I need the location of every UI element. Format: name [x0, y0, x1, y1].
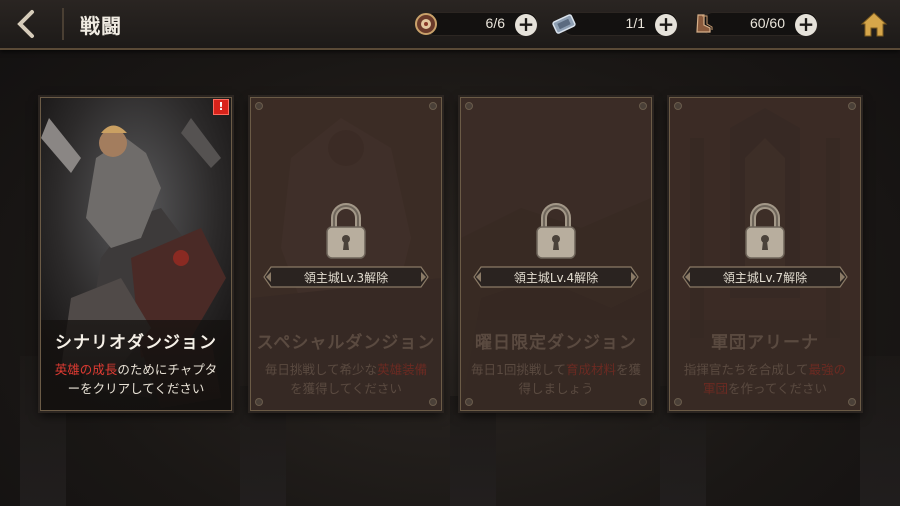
desc-text-pre: 指揮官たちを合成して — [683, 362, 809, 377]
add-medal-button[interactable]: + — [515, 14, 537, 36]
rivet — [848, 398, 856, 406]
unlock-requirement-text: 領主城Lv.4解除 — [513, 271, 599, 285]
rivet — [848, 102, 856, 110]
rivet — [255, 398, 263, 406]
resource-ticket-value: 1/1 — [625, 15, 645, 31]
desc-text-pre: 毎日1回挑戦して — [470, 362, 567, 377]
divider — [62, 8, 64, 40]
alert-badge: ! — [213, 99, 229, 115]
resource-medal-value: 6/6 — [485, 15, 505, 31]
card-description: 英雄の成長のためにチャプターをクリアしてください — [49, 360, 223, 398]
card-title: 曜日限定ダンジョン — [475, 333, 637, 353]
rivet — [465, 102, 473, 110]
lock-icon — [326, 203, 366, 259]
desc-text-pre: 毎日挑戦して希少な — [264, 362, 378, 377]
card-title: スペシャルダンジョン — [256, 333, 436, 353]
boots-icon — [696, 14, 713, 33]
page-title: 戦闘 — [80, 14, 122, 38]
back-button[interactable] — [0, 0, 52, 48]
lock-icon — [536, 203, 576, 259]
add-stamina-button[interactable]: + — [795, 14, 817, 36]
desc-text: を作ってください — [728, 381, 828, 396]
rivet — [639, 102, 647, 110]
add-ticket-button[interactable]: + — [655, 14, 677, 36]
desc-highlight: 英雄装備 — [377, 362, 428, 377]
card-scenario-dungeon[interactable]: ! シナリオダンジョン 英雄の成長のためにチャプターをクリアしてください — [40, 97, 232, 411]
card-title: 軍団アリーナ — [711, 333, 819, 353]
home-icon[interactable] — [858, 8, 890, 40]
card-title: シナリオダンジョン — [55, 333, 217, 353]
lock-icon — [745, 203, 785, 259]
rivet — [674, 398, 682, 406]
card-special-dungeon[interactable]: 領主城Lv.3解除 スペシャルダンジョン 毎日挑戦して希少な英雄装備を獲得してく… — [250, 97, 442, 411]
ticket-icon — [552, 14, 576, 34]
rivet — [674, 102, 682, 110]
desc-text: を獲得してください — [290, 381, 402, 396]
card-description: 指揮官たちを合成して最強の軍団を作ってください — [678, 360, 852, 398]
card-description: 毎日挑戦して希少な英雄装備を獲得してください — [259, 360, 433, 398]
desc-highlight: 英雄の成長 — [54, 362, 118, 377]
unlock-requirement-banner: 領主城Lv.4解除 — [473, 266, 639, 288]
resource-stamina: 60/60 + — [692, 11, 818, 37]
unlock-requirement-banner: 領主城Lv.3解除 — [263, 266, 429, 288]
rivet — [255, 102, 263, 110]
rivet — [639, 398, 647, 406]
resource-ticket: 1/1 + — [552, 11, 678, 37]
resource-stamina-value: 60/60 — [749, 15, 785, 31]
chevron-left-icon — [17, 10, 34, 38]
desc-highlight: 育成材料 — [566, 362, 617, 377]
resource-medal: 6/6 + — [414, 11, 538, 37]
rivet — [429, 102, 437, 110]
rivet — [429, 398, 437, 406]
unlock-requirement-banner: 領主城Lv.7解除 — [682, 266, 848, 288]
rivet — [465, 398, 473, 406]
unlock-requirement-text: 領主城Lv.7解除 — [722, 271, 808, 285]
unlock-requirement-text: 領主城Lv.3解除 — [303, 271, 389, 285]
top-bar: 戦闘 6/6 + 1/1 + 60/60 + — [0, 0, 900, 50]
medal-coin-icon — [415, 13, 437, 35]
card-description: 毎日1回挑戦して育成材料を獲得しましょう — [469, 360, 643, 398]
card-weekday-dungeon[interactable]: 領主城Lv.4解除 曜日限定ダンジョン 毎日1回挑戦して育成材料を獲得しましょう — [460, 97, 652, 411]
card-legion-arena[interactable]: 領主城Lv.7解除 軍団アリーナ 指揮官たちを合成して最強の軍団を作ってください — [669, 97, 861, 411]
